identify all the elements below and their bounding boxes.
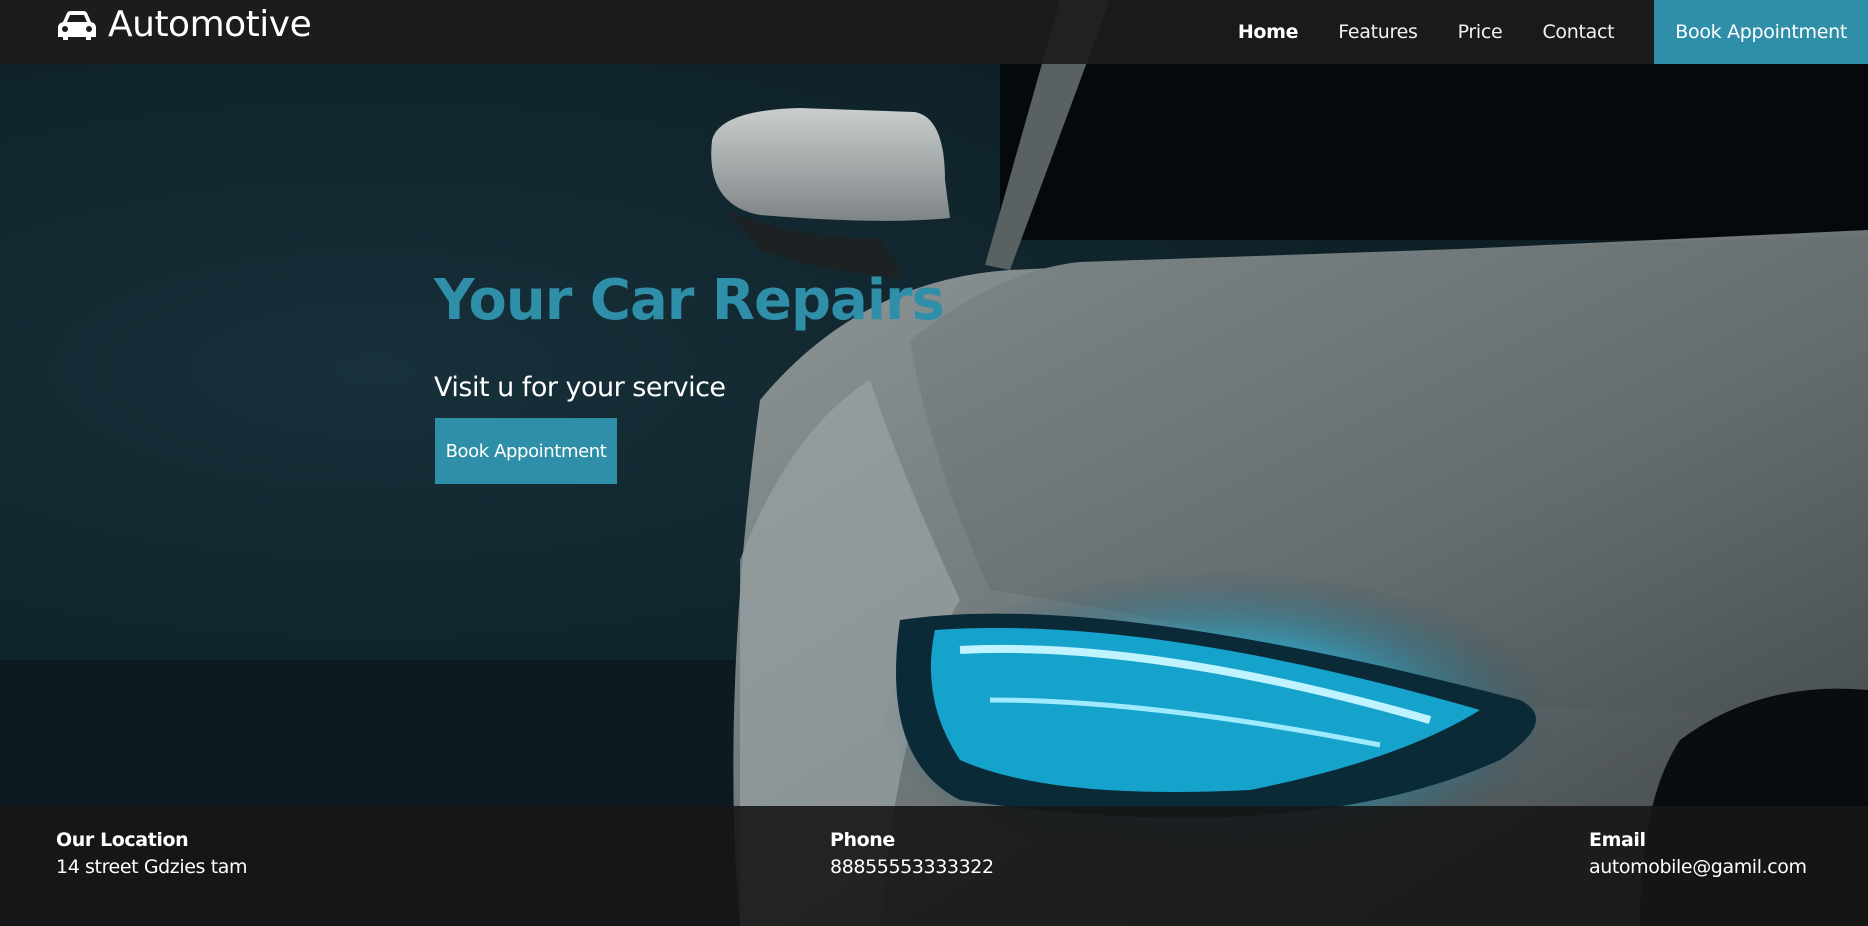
email-info: Email automobile@gamil.com	[1589, 826, 1807, 880]
hero-subtitle: Visit u for your service	[434, 372, 726, 403]
phone-value[interactable]: 88855553333322	[830, 854, 994, 880]
email-value[interactable]: automobile@gamil.com	[1589, 854, 1807, 880]
car-icon	[58, 10, 96, 40]
location-value: 14 street Gdzies tam	[56, 856, 248, 878]
email-label: Email	[1589, 829, 1646, 851]
nav-link-home[interactable]: Home	[1238, 21, 1299, 43]
nav-links: Home Features Price Contact Book Appoint…	[1238, 0, 1868, 64]
nav-link-contact[interactable]: Contact	[1542, 21, 1614, 43]
nav-book-appointment-button[interactable]: Book Appointment	[1654, 0, 1868, 64]
brand-name: Automotive	[108, 4, 312, 45]
phone-info: Phone 88855553333322	[830, 826, 994, 880]
top-navbar: Automotive Home Features Price Contact B…	[0, 0, 1868, 64]
brand[interactable]: Automotive	[56, 4, 312, 45]
hero-title: Your Car Repairs	[434, 268, 945, 333]
nav-link-price[interactable]: Price	[1458, 21, 1503, 43]
phone-label: Phone	[830, 829, 895, 851]
hero-book-appointment-button[interactable]: Book Appointment	[435, 418, 617, 484]
location-label: Our Location	[56, 829, 189, 851]
nav-link-features[interactable]: Features	[1338, 21, 1418, 43]
hero-background	[0, 0, 1868, 926]
car-background-image	[0, 0, 1868, 926]
location-info: Our Location 14 street Gdzies tam	[56, 826, 247, 880]
info-bar: Our Location 14 street Gdzies tam Phone …	[0, 806, 1868, 926]
